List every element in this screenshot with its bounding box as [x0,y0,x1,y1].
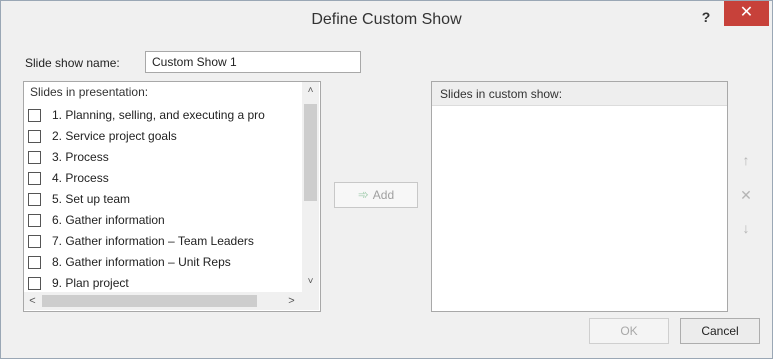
list-item[interactable]: 6. Gather information [28,211,302,232]
list-item[interactable]: 2. Service project goals [28,127,302,148]
slide-label: 9. Plan project [52,276,129,290]
slide-label: 1. Planning, selling, and executing a pr… [52,108,265,122]
add-button[interactable]: ➾ Add [334,182,418,208]
add-button-label: Add [372,188,395,202]
horizontal-scrollbar[interactable]: < > [24,292,302,310]
slides-in-presentation-header: Slides in presentation: [30,85,149,99]
slide-checkbox[interactable] [28,151,41,164]
list-item[interactable]: 9. Plan project [28,274,302,290]
slide-show-name-label: Slide show name: [25,56,120,70]
move-down-icon[interactable]: ↓ [735,217,757,239]
list-item[interactable]: 4. Process [28,169,302,190]
cancel-button[interactable]: Cancel [680,318,760,344]
slides-in-custom-show-label: Slides in custom show: [440,87,563,101]
slide-checkbox[interactable] [28,193,41,206]
slides-in-custom-show-header: Slides in custom show: [432,82,727,106]
slides-in-presentation-list[interactable]: Slides in presentation: 1. Planning, sel… [23,81,321,312]
list-item[interactable]: 3. Process [28,148,302,169]
move-up-icon[interactable]: ↑ [735,149,757,171]
list-item[interactable]: 8. Gather information – Unit Reps [28,253,302,274]
scroll-left-icon[interactable]: < [24,292,41,310]
list-item[interactable]: 7. Gather information – Team Leaders [28,232,302,253]
vertical-scrollbar[interactable]: ˄ ˅ [302,82,319,290]
slide-checkbox[interactable] [28,109,41,122]
close-button[interactable]: ✕ [724,1,769,26]
slide-show-name-input[interactable]: Custom Show 1 [145,51,361,73]
slide-checkbox[interactable] [28,235,41,248]
slide-checkbox[interactable] [28,130,41,143]
slide-label: 3. Process [52,150,109,164]
slide-label: 4. Process [52,171,109,185]
slide-checkbox[interactable] [28,214,41,227]
remove-icon[interactable]: ✕ [735,184,757,206]
scrollbar-corner [302,290,319,310]
slide-label: 7. Gather information – Team Leaders [52,234,254,248]
slide-label: 8. Gather information – Unit Reps [52,255,231,269]
list-item[interactable]: 1. Planning, selling, and executing a pr… [28,106,302,127]
help-button[interactable]: ? [693,5,719,29]
scroll-up-icon[interactable]: ˄ [302,82,319,99]
title-bar: Define Custom Show ? ✕ [1,1,772,39]
slide-label: 2. Service project goals [52,129,177,143]
vertical-scroll-thumb[interactable] [304,104,317,201]
dialog-title: Define Custom Show [311,11,462,28]
list-item[interactable]: 5. Set up team [28,190,302,211]
scroll-right-icon[interactable]: > [283,292,300,310]
slide-label: 5. Set up team [52,192,131,206]
define-custom-show-dialog: Define Custom Show ? ✕ Slide show name: … [0,0,773,359]
horizontal-scroll-thumb[interactable] [42,295,257,307]
slide-label: 6. Gather information [52,213,165,227]
slides-in-custom-show-list[interactable]: Slides in custom show: [431,81,728,312]
add-arrow-icon: ➾ [357,187,369,202]
slide-checkbox[interactable] [28,256,41,269]
slide-checkbox[interactable] [28,277,41,290]
scroll-down-icon[interactable]: ˅ [302,273,319,290]
ok-button[interactable]: OK [589,318,669,344]
slide-checkbox[interactable] [28,172,41,185]
